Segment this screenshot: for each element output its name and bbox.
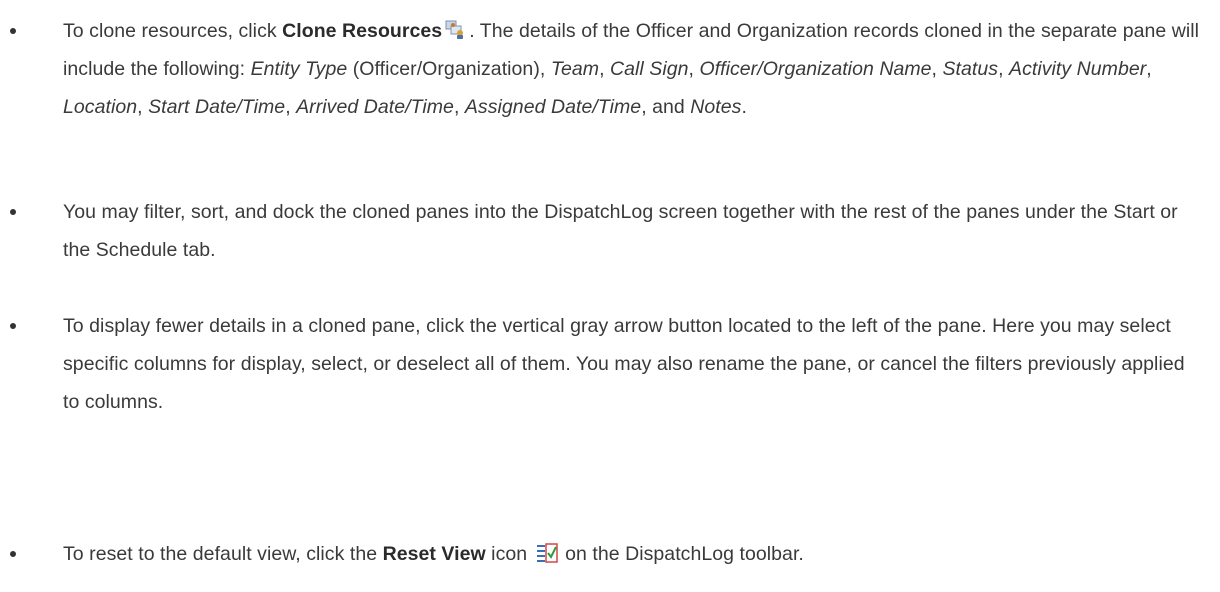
- bullet-dot: [10, 323, 16, 329]
- bullet-dot: [10, 28, 16, 34]
- text-run: on the DispatchLog toolbar.: [559, 543, 804, 565]
- separator: .: [741, 96, 747, 118]
- list-item-text: To reset to the default view, click the …: [63, 535, 1203, 573]
- field-name: Officer/Organization Name: [699, 58, 932, 80]
- separator: ,: [285, 96, 297, 118]
- separator: ,: [453, 96, 465, 118]
- field-name: Location: [63, 96, 138, 118]
- text-run: To clone resources, click: [63, 20, 283, 42]
- field-name: Team: [550, 58, 600, 80]
- reset-view-icon: [536, 543, 558, 563]
- list-item-text: You may filter, sort, and dock the clone…: [63, 201, 1178, 261]
- field-name: Start Date/Time: [148, 96, 286, 118]
- separator: ,: [599, 58, 611, 80]
- field-name: Assigned Date/Time: [464, 96, 642, 118]
- field-name: Entity Type: [250, 58, 348, 80]
- clone-resources-icon: [445, 20, 467, 40]
- separator: ,: [688, 58, 700, 80]
- separator: (Officer/Organization),: [347, 58, 551, 80]
- text-run: To reset to the default view, click the: [63, 543, 383, 565]
- separator: ,: [998, 58, 1010, 80]
- text-run: icon: [485, 543, 533, 565]
- list-item-text: To display fewer details in a cloned pan…: [63, 315, 1185, 413]
- separator: ,: [931, 58, 943, 80]
- bullet-dot: [10, 209, 16, 215]
- bullet-dot: [10, 551, 16, 557]
- field-name: Notes: [690, 96, 742, 118]
- field-name: Activity Number: [1009, 58, 1147, 80]
- separator: ,: [1146, 58, 1152, 80]
- field-name: Call Sign: [610, 58, 689, 80]
- field-name: Arrived Date/Time: [296, 96, 454, 118]
- clone-resources-label: Clone Resources: [282, 20, 443, 42]
- list-item-text: To clone resources, click Clone Resource…: [63, 12, 1203, 126]
- separator: ,: [137, 96, 149, 118]
- separator: , and: [641, 96, 691, 118]
- reset-view-label: Reset View: [382, 543, 486, 565]
- field-name: Status: [942, 58, 999, 80]
- help-document: To clone resources, click Clone Resource…: [0, 0, 1220, 592]
